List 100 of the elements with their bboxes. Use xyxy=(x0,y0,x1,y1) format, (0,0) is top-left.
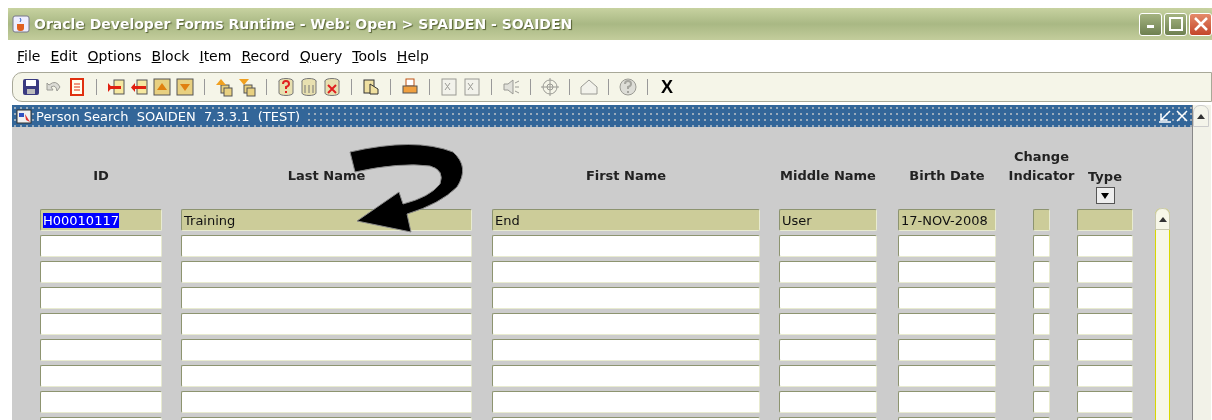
table-field[interactable] xyxy=(779,261,877,283)
table-field[interactable] xyxy=(1077,391,1133,413)
table-field[interactable] xyxy=(492,339,760,361)
database-icon[interactable] xyxy=(299,77,319,97)
scroll-up-button[interactable] xyxy=(1193,105,1209,127)
maximize-icon xyxy=(1168,17,1183,31)
scroll-up-button[interactable] xyxy=(1155,208,1170,230)
table-field[interactable] xyxy=(1077,287,1133,309)
table-field[interactable] xyxy=(181,313,472,335)
table-field[interactable] xyxy=(40,339,162,361)
table-field[interactable] xyxy=(181,235,472,257)
column-header: Type xyxy=(1088,168,1122,186)
scrollbar[interactable] xyxy=(1155,208,1170,420)
document-icon[interactable] xyxy=(67,77,87,97)
table-field[interactable] xyxy=(40,287,162,309)
dropdown-button[interactable] xyxy=(1095,187,1115,204)
table-field[interactable] xyxy=(1033,287,1050,309)
minimize-arrow-icon[interactable] xyxy=(1158,109,1172,123)
table-field[interactable] xyxy=(1033,313,1050,335)
table-field[interactable] xyxy=(1033,209,1050,231)
table-field[interactable] xyxy=(779,235,877,257)
table-field[interactable] xyxy=(779,391,877,413)
table-field[interactable] xyxy=(40,313,162,335)
table-field[interactable] xyxy=(779,339,877,361)
exit-button[interactable]: X xyxy=(657,76,677,98)
java-cup-icon xyxy=(12,15,30,33)
forms-icon xyxy=(16,108,32,124)
table-field[interactable] xyxy=(492,261,760,283)
menu-item[interactable]: Tools xyxy=(347,48,392,64)
table-field[interactable] xyxy=(898,235,996,257)
table-field[interactable] xyxy=(1033,365,1050,387)
table-field[interactable] xyxy=(40,235,162,257)
up-arrow-icon xyxy=(1158,216,1167,222)
table-field[interactable] xyxy=(1033,235,1050,257)
table-field[interactable] xyxy=(1077,209,1133,231)
scrollbar[interactable] xyxy=(1192,105,1211,420)
delete-record-icon[interactable] xyxy=(129,77,149,97)
caret-icon xyxy=(1100,192,1110,199)
table-field[interactable] xyxy=(492,287,760,309)
query-execute-icon[interactable] xyxy=(237,77,257,97)
table-field[interactable] xyxy=(1077,313,1133,335)
table-field[interactable] xyxy=(1077,339,1133,361)
menu-item[interactable]: Help xyxy=(391,48,434,64)
table-field[interactable] xyxy=(1033,261,1050,283)
table-field[interactable]: H00010117 xyxy=(40,209,162,231)
menu-item[interactable]: Block xyxy=(146,48,195,64)
table-field[interactable] xyxy=(898,339,996,361)
table-field[interactable] xyxy=(40,365,162,387)
table-field[interactable] xyxy=(40,261,162,283)
database-cancel-icon[interactable] xyxy=(322,77,342,97)
table-field[interactable] xyxy=(40,391,162,413)
table-field[interactable] xyxy=(898,365,996,387)
table-field[interactable] xyxy=(898,261,996,283)
menu-item[interactable]: Query xyxy=(294,48,348,64)
table-field[interactable] xyxy=(898,391,996,413)
form-title: Person Search SOAIDEN 7.3.3.1 (TEST) xyxy=(36,108,307,124)
column-header: Birth Date xyxy=(909,167,985,185)
menu-item[interactable]: Record xyxy=(236,48,295,64)
query-enter-icon[interactable] xyxy=(214,77,234,97)
table-field[interactable] xyxy=(181,287,472,309)
minimize-button[interactable] xyxy=(1139,12,1162,36)
table-field[interactable] xyxy=(1077,365,1133,387)
table-field[interactable] xyxy=(181,339,472,361)
table-field[interactable] xyxy=(898,287,996,309)
table-field[interactable] xyxy=(181,365,472,387)
table-field[interactable] xyxy=(898,313,996,335)
table-field[interactable] xyxy=(492,365,760,387)
table-field[interactable] xyxy=(1077,235,1133,257)
menu-item[interactable]: Item xyxy=(194,48,237,64)
table-field[interactable] xyxy=(779,365,877,387)
table-field[interactable] xyxy=(779,287,877,309)
table-field[interactable] xyxy=(1033,391,1050,413)
table-field[interactable]: User xyxy=(779,209,877,231)
close-icon xyxy=(1193,17,1208,31)
menu-item[interactable]: Options xyxy=(82,48,147,64)
maximize-button[interactable] xyxy=(1164,12,1187,36)
column-header: First Name xyxy=(585,167,667,185)
table-field[interactable] xyxy=(492,313,760,335)
table-field[interactable] xyxy=(492,391,760,413)
column-header: Change Indicator xyxy=(1007,148,1076,185)
table-field[interactable] xyxy=(181,391,472,413)
database-question-icon[interactable] xyxy=(276,77,296,97)
insert-record-icon[interactable] xyxy=(106,77,126,97)
table-field[interactable] xyxy=(779,313,877,335)
close-button[interactable] xyxy=(1189,12,1212,36)
menu-item[interactable]: File xyxy=(12,48,46,64)
pages-icon[interactable] xyxy=(361,77,381,97)
table-field[interactable]: 17-NOV-2008 xyxy=(898,209,996,231)
column-header: Last Name xyxy=(287,167,366,185)
table-field[interactable] xyxy=(181,261,472,283)
close-icon[interactable] xyxy=(1176,110,1188,122)
window-title: Oracle Developer Forms Runtime - Web: Open > SPAIDEN - SOAIDEN xyxy=(34,16,574,32)
table-field[interactable] xyxy=(492,235,760,257)
table-field[interactable] xyxy=(1033,339,1050,361)
up-arrow-icon xyxy=(1197,113,1205,119)
printer-icon[interactable] xyxy=(400,77,420,97)
table-field[interactable] xyxy=(1077,261,1133,283)
menu-item[interactable]: Edit xyxy=(45,48,83,64)
column-header: Middle Name xyxy=(780,167,876,185)
table-field[interactable]: End xyxy=(492,209,760,231)
